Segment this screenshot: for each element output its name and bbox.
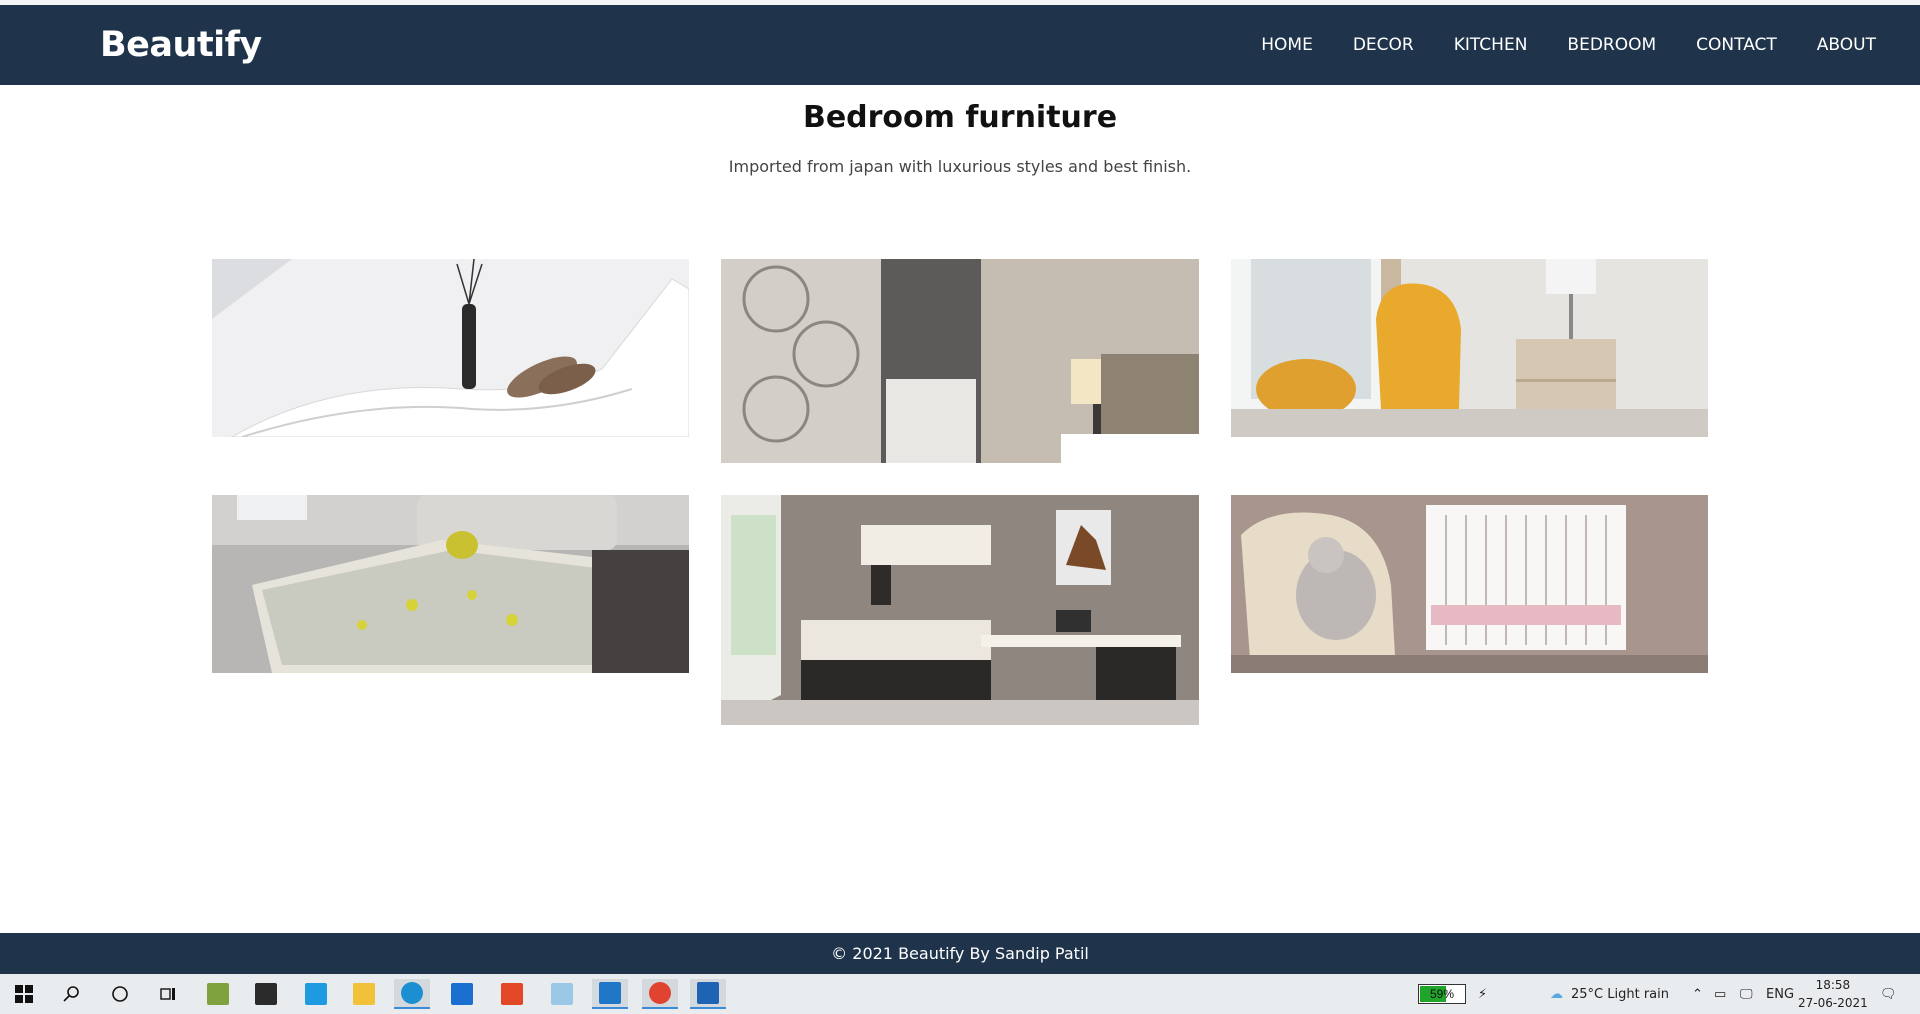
weather-cloud-icon: ☁ <box>1550 986 1563 1002</box>
yellow-armchair-photo[interactable] <box>1231 259 1708 437</box>
minecraft-app-icon[interactable] <box>200 979 236 1009</box>
bed-floral-duvet-photo[interactable] <box>212 495 689 673</box>
nav-decor[interactable]: DECOR <box>1333 35 1434 55</box>
nav-about[interactable]: ABOUT <box>1797 35 1896 55</box>
white-chaise-lounge-photo[interactable] <box>212 259 689 437</box>
notification-center-icon[interactable]: 🗨 <box>1880 974 1897 1014</box>
cortana-icon[interactable] <box>102 979 138 1009</box>
snipping-tool-icon[interactable] <box>544 979 580 1009</box>
battery-small-icon[interactable]: ▭ <box>1714 974 1726 1014</box>
l-app-icon[interactable] <box>298 979 334 1009</box>
language-indicator[interactable]: ENG <box>1766 974 1794 1014</box>
nav-kitchen[interactable]: KITCHEN <box>1434 35 1548 55</box>
footer-copyright: © 2021 Beautify By Sandip Patil <box>831 944 1089 963</box>
mail-app-icon[interactable] <box>444 979 480 1009</box>
chevron-up-icon[interactable]: ⌃ <box>1692 974 1703 1014</box>
nav-home[interactable]: HOME <box>1241 35 1333 55</box>
main-nav: HOME DECOR KITCHEN BEDROOM CONTACT ABOUT <box>1241 35 1896 55</box>
battery-percent: 59% <box>1429 987 1455 1001</box>
wardrobe-room-photo[interactable] <box>721 259 1199 463</box>
page-title: Bedroom furniture <box>802 100 1118 135</box>
task-view-icon[interactable] <box>150 979 186 1009</box>
nursery-crib-photo[interactable] <box>1231 495 1708 673</box>
windows-start-icon[interactable] <box>6 979 42 1009</box>
nav-contact[interactable]: CONTACT <box>1676 35 1797 55</box>
search-icon[interactable] <box>54 979 90 1009</box>
clock-time: 18:58 <box>1815 978 1851 992</box>
weather-widget[interactable]: ☁ 25°C Light rain <box>1550 974 1669 1014</box>
power-plug-icon[interactable]: ⚡ <box>1478 974 1487 1014</box>
photos-app-icon[interactable] <box>690 979 726 1009</box>
battery-indicator[interactable]: 59% <box>1418 984 1466 1004</box>
navbar: Beautify HOME DECOR KITCHEN BEDROOM CONT… <box>0 5 1920 85</box>
store-app-icon[interactable] <box>248 979 284 1009</box>
clock[interactable]: 18:58 27-06-2021 <box>1798 976 1868 1012</box>
nav-bedroom[interactable]: BEDROOM <box>1547 35 1676 55</box>
page-subtitle: Imported from japan with luxurious style… <box>728 157 1192 176</box>
clock-date: 27-06-2021 <box>1798 996 1868 1010</box>
office-app-icon[interactable] <box>494 979 530 1009</box>
brand-logo[interactable]: Beautify <box>100 25 262 65</box>
chrome-browser-icon[interactable] <box>642 979 678 1009</box>
file-explorer-icon[interactable] <box>346 979 382 1009</box>
network-icon[interactable]: 🖵 <box>1740 974 1753 1014</box>
site-footer: © 2021 Beautify By Sandip Patil <box>0 933 1920 974</box>
weather-text: 25°C Light rain <box>1571 986 1669 1002</box>
edge-browser-icon[interactable] <box>394 979 430 1009</box>
vscode-icon[interactable] <box>592 979 628 1009</box>
study-bedroom-photo[interactable] <box>721 495 1199 725</box>
